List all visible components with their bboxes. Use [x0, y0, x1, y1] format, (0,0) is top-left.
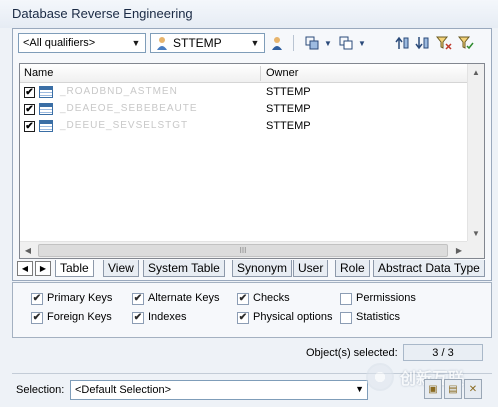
qualifier-value: <All qualifiers> — [23, 37, 96, 49]
row-owner: STTEMP — [266, 120, 311, 132]
row-name: _DEAEOE_SEBEBEAUTE — [60, 103, 198, 114]
object-list: Name Owner ✔ _ROADBND_ASTMEN STTEMP ✔ _D… — [19, 63, 485, 259]
row-checkbox[interactable]: ✔ — [24, 104, 35, 115]
indexes-checkbox[interactable]: ✔ — [132, 312, 144, 324]
scroll-down-icon[interactable]: ▼ — [468, 225, 484, 241]
chevron-down-icon: ▼ — [250, 38, 260, 48]
window-title: Database Reverse Engineering — [0, 0, 498, 28]
row-name: _DEEUE_SEVSELSTGT — [60, 120, 189, 131]
table-icon — [39, 86, 53, 98]
move-down-icon[interactable] — [413, 34, 431, 52]
scroll-right-icon[interactable]: ▶ — [451, 242, 467, 258]
tab-synonym[interactable]: Synonym — [232, 260, 293, 277]
filter-icon[interactable] — [435, 34, 453, 52]
selection-dropdown[interactable]: <Default Selection> ▼ — [70, 380, 368, 400]
row-checkbox[interactable]: ✔ — [24, 87, 35, 98]
deselect-menu-icon[interactable]: ▼ — [353, 34, 371, 52]
primary-keys-label: Primary Keys — [47, 292, 113, 304]
physical-options-label: Physical options — [253, 311, 333, 323]
scroll-up-icon[interactable]: ▲ — [468, 64, 484, 80]
table-row[interactable]: ✔ _ROADBND_ASTMEN STTEMP — [20, 84, 470, 101]
selection-value: <Default Selection> — [75, 384, 172, 396]
table-icon — [39, 120, 53, 132]
move-up-icon[interactable] — [393, 34, 411, 52]
foreign-keys-checkbox[interactable]: ✔ — [31, 312, 43, 324]
table-row[interactable]: ✔ _DEEUE_SEVSELSTGT STTEMP — [20, 118, 470, 135]
checks-label: Checks — [253, 292, 290, 304]
tab-table[interactable]: Table — [55, 260, 94, 277]
alternate-keys-label: Alternate Keys — [148, 292, 220, 304]
delete-selection-icon[interactable]: ✕ — [464, 379, 482, 399]
tab-view[interactable]: View — [103, 260, 139, 277]
foreign-keys-label: Foreign Keys — [47, 311, 112, 323]
column-name[interactable]: Name — [24, 67, 53, 79]
permissions-label: Permissions — [356, 292, 416, 304]
open-selection-icon[interactable]: ▣ — [424, 379, 442, 399]
physical-options-checkbox[interactable]: ✔ — [237, 312, 249, 324]
tab-role[interactable]: Role — [335, 260, 370, 277]
qualifier-dropdown[interactable]: <All qualifiers> ▼ — [18, 33, 146, 53]
tab-user[interactable]: User — [293, 260, 329, 277]
statistics-label: Statistics — [356, 311, 401, 323]
scroll-thumb[interactable]: III — [38, 244, 448, 257]
list-header: Name Owner — [20, 64, 484, 83]
table-row[interactable]: ✔ _DEAEOE_SEBEBEAUTE STTEMP — [20, 101, 470, 118]
table-icon — [39, 103, 53, 115]
save-selection-icon[interactable]: ▤ — [444, 379, 462, 399]
chevron-down-icon: ▼ — [355, 384, 364, 394]
row-name: _ROADBND_ASTMEN — [60, 86, 178, 97]
permissions-checkbox[interactable] — [340, 293, 352, 305]
horizontal-scrollbar[interactable]: ◀ III ▶ — [20, 241, 467, 258]
scroll-left-icon[interactable]: ◀ — [20, 242, 36, 258]
owner-value: STTEMP — [173, 36, 222, 50]
owner-dropdown[interactable]: STTEMP ▼ — [150, 33, 265, 53]
statistics-checkbox[interactable] — [340, 312, 352, 324]
select-all-menu-icon[interactable]: ▼ — [319, 34, 337, 52]
watermark-logo-icon — [366, 363, 394, 391]
select-user-icon[interactable] — [269, 34, 287, 52]
tab-abstract-data-type[interactable]: Abstract Data Type — [373, 260, 485, 277]
alternate-keys-checkbox[interactable]: ✔ — [132, 293, 144, 305]
object-selection-panel: <All qualifiers> ▼ STTEMP ▼ ▼ ▼ Name Own… — [12, 28, 492, 281]
selection-toolbar: <All qualifiers> ▼ STTEMP ▼ ▼ ▼ — [13, 29, 491, 59]
indexes-label: Indexes — [148, 311, 187, 323]
checks-checkbox[interactable]: ✔ — [237, 293, 249, 305]
row-owner: STTEMP — [266, 86, 311, 98]
chevron-down-icon: ▼ — [131, 38, 141, 48]
objects-selected-count: 3 / 3 — [403, 344, 483, 361]
row-checkbox[interactable]: ✔ — [24, 121, 35, 132]
sort-icon[interactable] — [457, 34, 475, 52]
selection-label: Selection: — [16, 384, 65, 396]
reverse-options: ✔ Primary Keys ✔ Alternate Keys ✔ Checks… — [12, 282, 492, 338]
row-owner: STTEMP — [266, 103, 311, 115]
tab-system-table[interactable]: System Table — [143, 260, 225, 277]
vertical-scrollbar[interactable]: ▲ ▼ — [467, 64, 484, 241]
tab-scroll-left-icon[interactable]: ◀ — [17, 261, 33, 276]
objects-selected-label: Object(s) selected: — [306, 347, 398, 359]
column-owner[interactable]: Owner — [266, 67, 298, 79]
user-icon — [155, 36, 169, 50]
tab-scroll-right-icon[interactable]: ▶ — [35, 261, 51, 276]
primary-keys-checkbox[interactable]: ✔ — [31, 293, 43, 305]
object-type-tabs: ◀ ▶ Table View System Table Synonym User… — [17, 259, 491, 279]
